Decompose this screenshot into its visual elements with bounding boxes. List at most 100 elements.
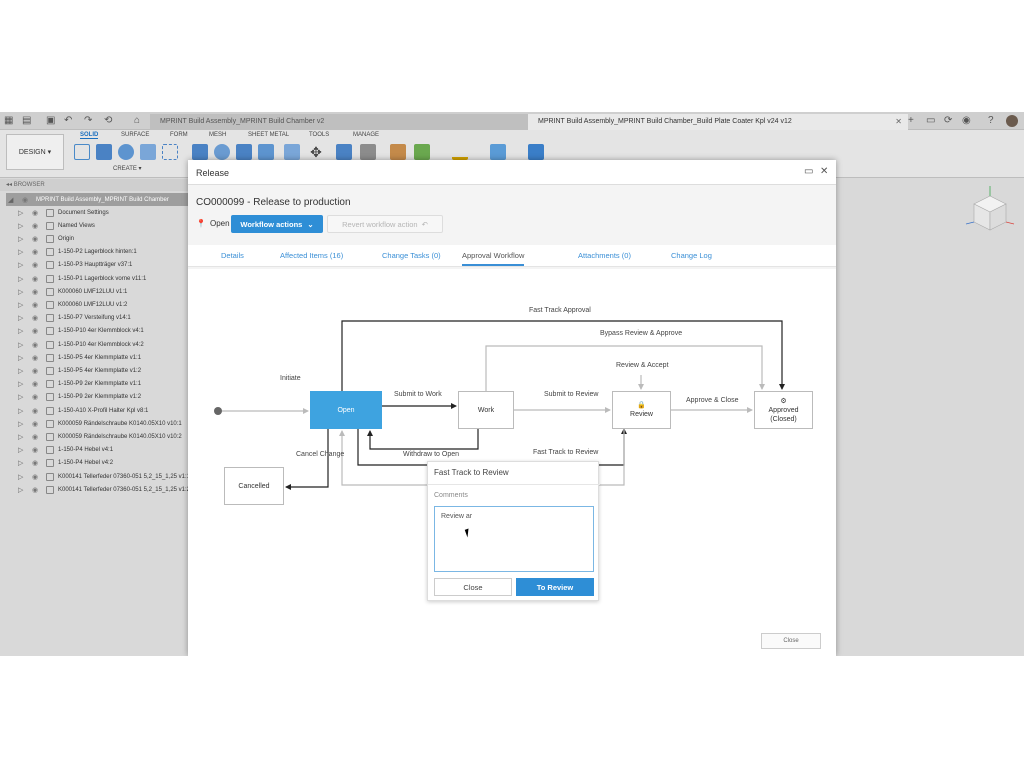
expand-icon[interactable]: ▷: [18, 275, 28, 283]
view-cube[interactable]: [960, 182, 1020, 242]
help-icon[interactable]: ?: [988, 115, 994, 126]
footer-close-button[interactable]: Close: [761, 633, 821, 649]
expand-icon[interactable]: ▷: [18, 222, 28, 230]
file-icon[interactable]: ▤: [22, 115, 31, 126]
history-icon[interactable]: ⟲: [104, 115, 112, 126]
browser-item[interactable]: ▷ ◉ Named Views: [18, 219, 95, 232]
close-icon[interactable]: ✕: [820, 166, 828, 177]
expand-icon[interactable]: ▷: [18, 367, 28, 375]
eye-icon[interactable]: ◉: [32, 222, 42, 230]
expand-icon[interactable]: ▷: [18, 420, 28, 428]
eye-icon[interactable]: ◉: [32, 314, 42, 322]
tab-affected-items[interactable]: Affected Items (16): [280, 251, 343, 260]
workflow-actions-button[interactable]: Workflow actions ⌄: [231, 215, 323, 233]
eye-icon[interactable]: ◉: [32, 380, 42, 388]
maximize-icon[interactable]: ▭: [804, 166, 813, 177]
fillet-icon[interactable]: [214, 144, 230, 160]
eye-icon[interactable]: ◉: [32, 275, 42, 283]
document-tab-2[interactable]: MPRINT Build Assembly_MPRINT Build Chamb…: [528, 114, 908, 130]
tab-details[interactable]: Details: [221, 251, 244, 260]
appearance-icon[interactable]: [390, 144, 406, 160]
tab-approval-workflow[interactable]: Approval Workflow: [462, 251, 525, 266]
browser-item[interactable]: ▷ ◉ 1-150-A10 X-Profil Halter Kpl v8:1: [18, 404, 148, 417]
tab-surface[interactable]: SURFACE: [121, 132, 149, 138]
new-component-icon[interactable]: [74, 144, 90, 160]
sweep-icon[interactable]: [140, 144, 156, 160]
browser-item[interactable]: ▷ ◉ 1-150-P10 4er Klemmblock v4:2: [18, 338, 144, 351]
insert-image-icon[interactable]: [490, 144, 506, 160]
expand-icon[interactable]: ▷: [18, 314, 28, 322]
expand-icon[interactable]: ▷: [18, 327, 28, 335]
tab-mesh[interactable]: MESH: [209, 132, 226, 138]
expand-icon[interactable]: ▷: [18, 288, 28, 296]
to-review-button[interactable]: To Review: [516, 578, 594, 596]
revolve-icon[interactable]: [118, 144, 134, 160]
browser-item[interactable]: ▷ ◉ 1-150-P4 Hebel v4:2: [18, 457, 113, 470]
browser-item[interactable]: ▷ ◉ K000060 LMF12LUU v1:2: [18, 298, 127, 311]
eye-icon[interactable]: ◉: [32, 341, 42, 349]
expand-icon[interactable]: ▷: [18, 248, 28, 256]
tab-sheet-metal[interactable]: SHEET METAL: [248, 132, 289, 138]
new-tab-icon[interactable]: +: [908, 115, 914, 126]
expand-icon[interactable]: ▷: [18, 209, 28, 217]
extrude-icon[interactable]: [96, 144, 112, 160]
physical-material-icon[interactable]: [414, 144, 430, 160]
expand-icon[interactable]: ◢: [8, 196, 18, 204]
expand-icon[interactable]: ▷: [18, 393, 28, 401]
node-review[interactable]: 🔒 Review: [612, 391, 671, 429]
move-icon[interactable]: ✥: [308, 144, 324, 160]
expand-icon[interactable]: ▷: [18, 473, 28, 481]
create-menu[interactable]: CREATE ▾: [113, 165, 142, 172]
browser-item[interactable]: ▷ ◉ K000059 Rändelschraube K0140.05X10 v10…: [18, 417, 182, 430]
browser-item[interactable]: ▷ ◉ 1-150-P9 2er Klemmplatte v1:1: [18, 378, 141, 391]
tab-attachments[interactable]: Attachments (0): [578, 251, 631, 260]
browser-item[interactable]: ▷ ◉ Origin: [18, 232, 74, 245]
browser-item[interactable]: ▷ ◉ K000141 Tellerfeder 07360-051 5,2_15_1…: [18, 483, 190, 496]
expand-icon[interactable]: ▷: [18, 446, 28, 454]
notification-icon[interactable]: ◉: [962, 115, 971, 126]
expand-icon[interactable]: ▷: [18, 261, 28, 269]
browser-item[interactable]: ▷ ◉ K000141 Tellerfeder 07360-051 5,2_15_1…: [18, 470, 190, 483]
eye-icon[interactable]: ◉: [32, 248, 42, 256]
select-icon[interactable]: [528, 144, 544, 160]
rigid-group-icon[interactable]: [360, 144, 376, 160]
grid-menu-icon[interactable]: ▦: [4, 115, 13, 126]
eye-icon[interactable]: ◉: [32, 209, 42, 217]
shell-icon[interactable]: [258, 144, 274, 160]
chamfer-icon[interactable]: [236, 144, 252, 160]
revert-workflow-button[interactable]: Revert workflow action ↶: [327, 215, 443, 233]
expand-icon[interactable]: ▷: [18, 301, 28, 309]
node-open[interactable]: Open: [310, 391, 382, 429]
comments-field[interactable]: Review ar: [434, 506, 594, 572]
browser-item[interactable]: ▷ ◉ 1-150-P10 4er Klemmblock v4:1: [18, 325, 144, 338]
tab-solid[interactable]: SOLID: [80, 132, 99, 139]
eye-icon[interactable]: ◉: [32, 261, 42, 269]
browser-item[interactable]: ▷ ◉ Document Settings: [18, 206, 109, 219]
eye-icon[interactable]: ◉: [32, 301, 42, 309]
expand-icon[interactable]: ▷: [18, 354, 28, 362]
save-icon[interactable]: ▣: [46, 115, 55, 126]
eye-icon[interactable]: ◉: [22, 196, 32, 204]
redo-icon[interactable]: ↷: [84, 115, 92, 126]
expand-icon[interactable]: ▷: [18, 407, 28, 415]
eye-icon[interactable]: ◉: [32, 446, 42, 454]
chat-icon[interactable]: ▭: [926, 115, 935, 126]
tab-manage[interactable]: MANAGE: [353, 132, 379, 138]
eye-icon[interactable]: ◉: [32, 486, 42, 494]
browser-item[interactable]: ▷ ◉ 1-150-P9 2er Klemmplatte v1:2: [18, 391, 141, 404]
eye-icon[interactable]: ◉: [32, 407, 42, 415]
expand-icon[interactable]: ▷: [18, 486, 28, 494]
tab-change-log[interactable]: Change Log: [671, 251, 712, 260]
sync-icon[interactable]: ⟳: [944, 115, 952, 126]
popup-close-button[interactable]: Close: [434, 578, 512, 596]
browser-item[interactable]: ▷ ◉ 1-150-P2 Lagerblock hinten:1: [18, 246, 137, 259]
document-tab-1[interactable]: MPRINT Build Assembly_MPRINT Build Chamb…: [150, 114, 528, 130]
browser-item[interactable]: ▷ ◉ K000060 LMF12LUU v1:1: [18, 285, 127, 298]
browser-item[interactable]: ▷ ◉ 1-150-P7 Versteifung v14:1: [18, 312, 131, 325]
browser-item[interactable]: ▷ ◉ 1-150-P3 Hauptträger v37:1: [18, 259, 132, 272]
node-cancelled[interactable]: Cancelled: [224, 467, 284, 505]
browser-item[interactable]: ▷ ◉ 1-150-P5 4er Klemmplatte v1:2: [18, 364, 141, 377]
expand-icon[interactable]: ▷: [18, 341, 28, 349]
eye-icon[interactable]: ◉: [32, 433, 42, 441]
joint-icon[interactable]: [336, 144, 352, 160]
